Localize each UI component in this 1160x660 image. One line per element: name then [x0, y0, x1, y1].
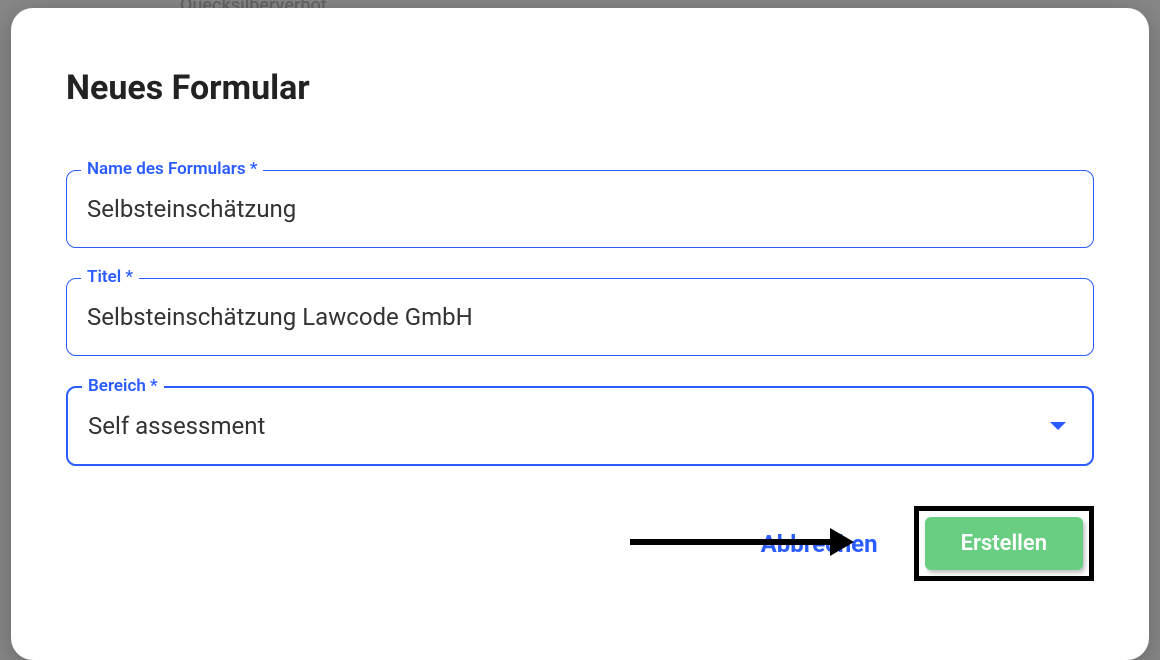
form-name-input[interactable]	[87, 195, 1073, 223]
form-area-field[interactable]: Bereich * Self assessment	[66, 386, 1094, 466]
create-button[interactable]: Erstellen	[925, 517, 1083, 570]
form-name-field[interactable]: Name des Formulars *	[66, 170, 1094, 248]
form-area-value: Self assessment	[88, 412, 265, 440]
form-area-label: Bereich *	[82, 376, 164, 396]
new-form-dialog: Neues Formular Name des Formulars * Tite…	[11, 8, 1149, 660]
create-button-highlight: Erstellen	[914, 506, 1094, 581]
form-area-select[interactable]: Self assessment	[88, 412, 1072, 440]
form-name-label: Name des Formulars *	[81, 159, 263, 179]
dialog-title: Neues Formular	[66, 68, 1094, 108]
chevron-down-icon	[1050, 422, 1066, 430]
cancel-button[interactable]: Abbrechen	[745, 520, 894, 568]
form-title-label: Titel *	[81, 267, 139, 287]
form-title-input[interactable]	[87, 303, 1073, 331]
form-title-field[interactable]: Titel *	[66, 278, 1094, 356]
dialog-actions: Abbrechen Erstellen	[66, 506, 1094, 581]
